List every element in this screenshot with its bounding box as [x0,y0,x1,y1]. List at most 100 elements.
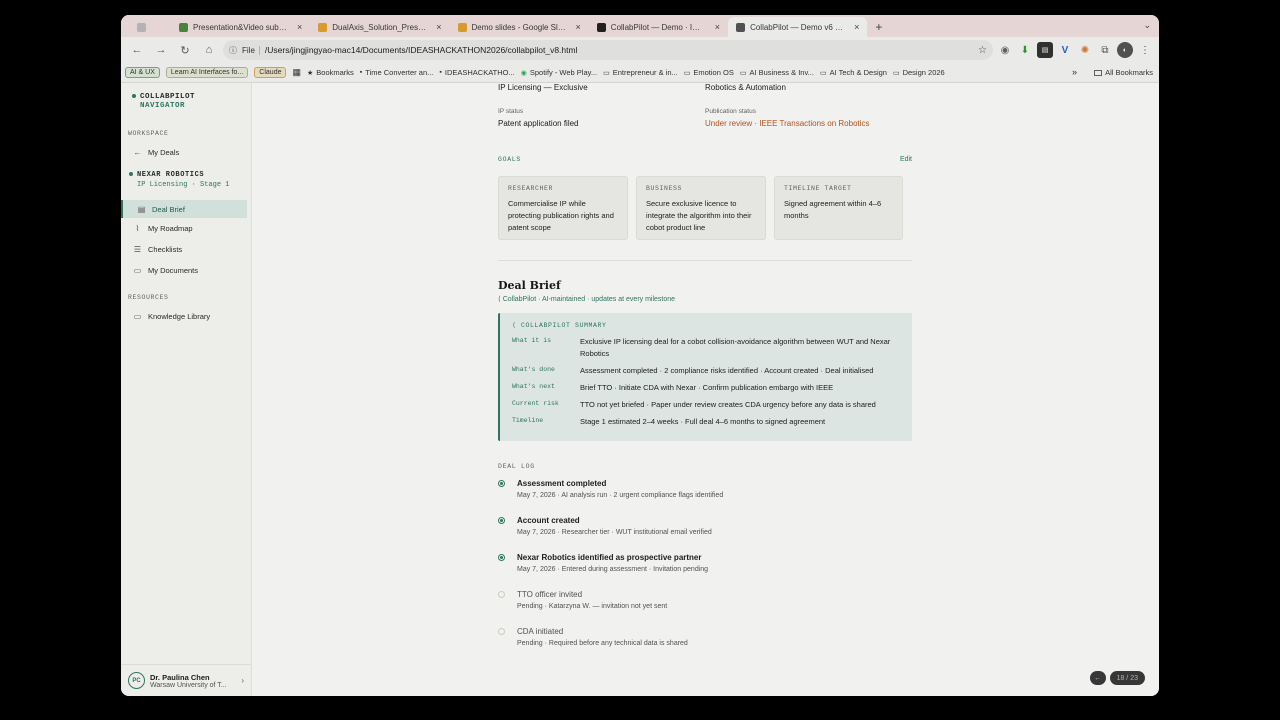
tab-0[interactable] [129,17,171,37]
close-tab-icon[interactable]: × [436,22,441,32]
all-bookmarks[interactable]: All Bookmarks [1094,68,1153,77]
menu-icon[interactable]: ⋮ [1137,42,1153,58]
brief-subtitle-text: CollabPilot · AI-maintained · updates at… [502,296,676,303]
ring-dot [500,593,503,596]
close-tab-icon[interactable]: × [715,22,720,32]
sidebar-item-checklists[interactable]: ☰ Checklists [121,239,251,260]
tab-5[interactable]: CollabPilot — Demo v6 · IDE × [728,17,868,37]
info-icon[interactable]: ⓘ [229,45,237,56]
status-row: IP status Patent application filed Publi… [498,108,912,128]
goal-card-label: TIMELINE TARGET [784,185,852,192]
profile-icon[interactable]: ◐ [1117,42,1133,58]
summary-key: What it is [512,337,552,344]
main-content: IP Licensing — Exclusive Robotics & Auto… [252,83,1159,696]
log-body: Account created May 7, 2026 · Researcher … [517,516,712,544]
bookmark-label: IDEASHACKATHO... [444,68,515,77]
bookmark-item[interactable]: ★ Bookmarks [307,68,354,77]
camera-icon[interactable]: ◉ [997,42,1013,58]
back-icon[interactable]: ← [127,40,147,60]
bookmark-chip[interactable]: Claude [254,67,287,78]
log-marker [498,553,507,581]
sidebar-item-knowledge-library[interactable]: ▭ Knowledge Library [121,307,251,325]
sidebar-item-label: My Roadmap [148,224,193,233]
bookmark-item[interactable]: ◉ Spotify - Web Play... [521,68,597,77]
sidebar-item-my-deals[interactable]: ← My Deals [121,143,251,161]
bookmark-item[interactable]: ▭ Design 2026 [893,68,945,77]
log-subtitle: May 7, 2026 · Researcher tier · WUT inst… [517,529,712,536]
sidebar-item-my-documents[interactable]: ▭ My Documents [121,260,251,281]
bookmark-item[interactable]: ▪ IDEASHACKATHO... [439,68,514,77]
summary-row: What's next Brief TTO · Initiate CDA with… [512,382,900,394]
bookmark-star-icon[interactable]: ☆ [978,45,987,56]
address-bar[interactable]: ⓘ File /Users/jingjingyao-mac14/Document… [223,40,993,60]
more-bookmarks-icon[interactable]: » [1072,67,1077,77]
home-icon[interactable]: ⌂ [199,40,219,60]
bookmark-item[interactable]: ▭ AI Tech & Design [820,68,887,77]
link-icon: ▪ [439,69,442,76]
tab-4[interactable]: CollabPilot — Demo · IDEAS × [589,17,728,37]
tab-title: CollabPilot — Demo · IDEAS [610,22,706,32]
folder-icon: ▭ [739,69,747,77]
link-icon: ▪ [359,69,363,76]
summary-value: Brief TTO · Initiate CDA with Nexar · Co… [580,383,834,392]
extension-v-icon[interactable]: V [1057,42,1073,58]
bookmark-label: AI Business & Inv... [749,68,814,77]
log-body: CDA initiated Pending · Required before a… [517,627,688,655]
log-title: Account created [517,516,580,525]
tab-search-icon[interactable]: ⌄ [1143,20,1151,31]
prev-slide-button[interactable]: ← [1089,671,1106,685]
claude-extension-icon[interactable]: ✺ [1077,42,1093,58]
summary-row: What it is Exclusive IP licensing deal fo… [512,336,900,360]
workspace-label: WORKSPACE [128,130,169,137]
deal-brief-page: IP Licensing — Exclusive Robotics & Auto… [498,83,912,655]
sidebar-item-my-roadmap[interactable]: ⌇ My Roadmap [121,218,251,239]
bookmark-chip[interactable]: AI & UX [125,67,160,78]
sidebar-item-deal-brief[interactable]: ▤ Deal Brief [121,200,247,218]
ip-status-value: Patent application filed [498,119,579,128]
close-tab-icon[interactable]: × [297,22,302,32]
deal-log-label: DEAL LOG [498,463,535,470]
log-subtitle: May 7, 2026 · Entered during assessment … [517,566,709,573]
tab-2[interactable]: DualAxis_Solution_Presenta × [310,17,449,37]
edit-goals-button[interactable]: Edit [900,156,912,163]
log-item: TTO officer invited Pending · Katarzyna W… [498,590,912,618]
tab-title: Presentation&Video submiss [193,22,288,32]
chevron-right-icon[interactable]: › [241,676,244,685]
tab-favicon-icon [179,22,188,32]
extension-dark-icon[interactable]: ▤ [1037,42,1053,58]
tab-3[interactable]: Demo slides - Google Slides × [450,17,589,37]
close-tab-icon[interactable]: × [854,22,859,32]
bookmark-item[interactable]: ▪ Time Converter an... [360,68,434,77]
completed-icon [498,480,505,487]
all-bookmarks-label: All Bookmarks [1105,68,1153,77]
goals-header: GOALS Edit [498,156,912,163]
user-name: Dr. Paulina Chen [150,672,210,682]
tab-1[interactable]: Presentation&Video submiss × [171,17,310,37]
new-tab-button[interactable]: + [867,17,890,37]
brand-logo[interactable]: COLLABPILOT NAVIGATOR [121,83,251,111]
bookmark-item[interactable]: ▭ AI Business & Inv... [740,68,814,77]
goal-card: RESEARCHER Commercialise IP while protect… [498,176,628,240]
sidebar-item-label: My Documents [148,266,199,275]
forward-icon[interactable]: → [151,40,171,60]
current-deal[interactable]: NEXAR ROBOTICS IP Licensing · Stage 1 [121,170,251,190]
summary-key: What's done [512,366,555,373]
user-profile[interactable]: PC Dr. Paulina Chen Warsaw University of… [121,664,251,696]
apps-grid-icon[interactable]: ▦ [292,67,301,78]
folder-icon: ▭ [133,266,142,275]
bookmark-chip[interactable]: Learn AI Interfaces fo... [165,67,249,78]
close-tab-icon[interactable]: × [576,22,581,32]
star-icon: ★ [307,69,314,77]
reload-icon[interactable]: ↻ [175,40,195,60]
bookmark-label: Emotion OS [693,68,734,77]
bookmark-item[interactable]: ▭ Entrepreneur & in... [603,68,678,77]
bookmark-item[interactable]: ▭ Emotion OS [684,68,734,77]
ring-dot [500,482,503,485]
bookmark-label: Bookmarks [316,68,354,77]
download-icon[interactable]: ⬇ [1017,42,1033,58]
url-text[interactable]: /Users/jingjingyao-mac14/Documents/IDEAS… [265,45,973,55]
log-body: TTO officer invited Pending · Katarzyna W… [517,590,667,618]
extensions-icon[interactable]: ⧉ [1097,42,1113,58]
log-title: CDA initiated [517,627,564,636]
ring-dot [500,630,503,633]
